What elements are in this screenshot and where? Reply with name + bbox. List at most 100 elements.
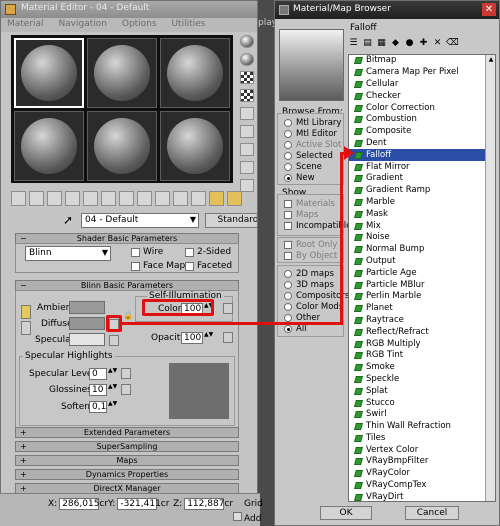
specular-level-map-button[interactable] bbox=[121, 368, 131, 379]
map-list-item[interactable]: Raytrace bbox=[349, 315, 495, 327]
spinner-icon[interactable]: ▲▼ bbox=[108, 384, 117, 396]
uv-tiling-icon[interactable] bbox=[240, 89, 254, 102]
maps-rollout[interactable]: + Maps bbox=[15, 455, 239, 466]
sample-slot[interactable] bbox=[160, 111, 230, 181]
map-list-item[interactable]: Flat Mirror bbox=[349, 161, 495, 173]
key-filter-icon[interactable] bbox=[233, 512, 242, 521]
opacity-field[interactable]: 100 bbox=[181, 332, 203, 344]
y-field[interactable]: -321,411cr bbox=[117, 498, 169, 510]
spinner-icon[interactable]: ▲▼ bbox=[204, 332, 213, 344]
video-color-check-icon[interactable] bbox=[240, 107, 254, 120]
go-forward-icon[interactable] bbox=[209, 191, 224, 206]
soften-field[interactable]: 0,1 bbox=[89, 401, 107, 413]
menu-material[interactable]: Material bbox=[7, 19, 44, 29]
specular-level-field[interactable]: 0 bbox=[89, 368, 107, 380]
view-list-icons-icon[interactable]: ▤ bbox=[362, 38, 373, 49]
map-list-item[interactable]: Output bbox=[349, 256, 495, 268]
cancel-button[interactable]: Cancel bbox=[405, 506, 459, 520]
sample-type-icon[interactable] bbox=[240, 35, 254, 48]
dynamics-properties-rollout[interactable]: + Dynamics Properties bbox=[15, 469, 239, 480]
self-illum-map-button[interactable] bbox=[223, 303, 233, 314]
map-list-item[interactable]: Reflect/Refract bbox=[349, 326, 495, 338]
map-list-item[interactable]: Gradient Ramp bbox=[349, 185, 495, 197]
opacity-map-button[interactable] bbox=[223, 332, 233, 343]
ambient-color-swatch[interactable] bbox=[69, 301, 105, 314]
pick-material-icon[interactable]: ➚ bbox=[61, 213, 75, 227]
browse-new[interactable]: New bbox=[284, 173, 315, 183]
map-list-item[interactable]: Gradient bbox=[349, 173, 495, 185]
ok-button[interactable]: OK bbox=[320, 506, 372, 520]
show-materials-checkbox[interactable]: Materials bbox=[284, 199, 335, 209]
map-list-item[interactable]: Speckle bbox=[349, 374, 495, 386]
map-list-item[interactable]: Cellular bbox=[349, 79, 495, 91]
extended-parameters-rollout[interactable]: + Extended Parameters bbox=[15, 427, 239, 438]
clear-library-icon[interactable]: ⌫ bbox=[446, 38, 459, 49]
menu-options[interactable]: Options bbox=[122, 19, 157, 29]
browse-mtl-editor[interactable]: Mtl Editor bbox=[284, 129, 337, 139]
map-type-3d[interactable]: 3D maps bbox=[284, 280, 334, 290]
map-list-item[interactable]: VRayBmpFilter bbox=[349, 456, 495, 468]
backlight-icon[interactable] bbox=[240, 53, 254, 66]
show-end-result-icon[interactable] bbox=[173, 191, 188, 206]
map-type-all[interactable]: All bbox=[284, 324, 307, 334]
map-list-item[interactable]: Smoke bbox=[349, 362, 495, 374]
browse-scene[interactable]: Scene bbox=[284, 162, 322, 172]
menu-navigation[interactable]: Navigation bbox=[58, 19, 107, 29]
background-checker-icon[interactable] bbox=[240, 71, 254, 84]
map-list-item[interactable]: Vertex Color bbox=[349, 444, 495, 456]
map-list[interactable]: Bitmap Camera Map Per Pixel Cellular Checke… bbox=[348, 54, 496, 502]
map-list-item[interactable]: VRayDirt bbox=[349, 491, 495, 501]
close-icon[interactable]: ✕ bbox=[482, 3, 496, 16]
material-id-icon[interactable] bbox=[137, 191, 152, 206]
root-only-checkbox[interactable]: Root Only bbox=[284, 240, 337, 250]
map-list-item[interactable]: Swirl bbox=[349, 409, 495, 421]
z-field[interactable]: 112,887cr bbox=[184, 498, 233, 510]
sample-slot[interactable] bbox=[87, 38, 157, 108]
map-list-item[interactable]: Noise bbox=[349, 232, 495, 244]
map-list-item[interactable]: Thin Wall Refraction bbox=[349, 421, 495, 433]
update-scene-icon[interactable]: ✚ bbox=[418, 38, 429, 49]
view-small-icons-icon[interactable]: ▦ bbox=[376, 38, 387, 49]
make-copy-icon[interactable] bbox=[83, 191, 98, 206]
add-label[interactable]: Add bbox=[244, 514, 261, 524]
shader-dropdown[interactable]: Blinn ▼ bbox=[25, 246, 111, 261]
show-maps-checkbox[interactable]: Maps bbox=[284, 210, 318, 220]
map-list-item[interactable]: Particle Age bbox=[349, 267, 495, 279]
wire-checkbox[interactable]: Wire bbox=[131, 247, 163, 257]
lock-ambient-diffuse-button[interactable] bbox=[21, 305, 31, 319]
map-list-item[interactable]: Falloff bbox=[349, 149, 495, 162]
faceted-checkbox[interactable]: Faceted bbox=[185, 261, 232, 271]
view-large-icons-icon[interactable]: ◆ bbox=[390, 38, 401, 49]
map-list-item[interactable]: Combustion bbox=[349, 114, 495, 126]
put-to-scene-icon[interactable] bbox=[29, 191, 44, 206]
material-type-button[interactable]: Standard bbox=[205, 212, 257, 228]
map-list-item[interactable]: Camera Map Per Pixel bbox=[349, 67, 495, 79]
map-list-item[interactable]: Stucco bbox=[349, 397, 495, 409]
map-list-item[interactable]: Mask bbox=[349, 208, 495, 220]
map-list-item[interactable]: VRayCompTex bbox=[349, 480, 495, 492]
lock-diffuse-specular-button[interactable] bbox=[21, 321, 31, 335]
material-name-field[interactable]: 04 - Default ▼ bbox=[81, 212, 199, 228]
put-to-library-icon[interactable] bbox=[119, 191, 134, 206]
map-list-item[interactable]: Perlin Marble bbox=[349, 291, 495, 303]
get-material-icon[interactable] bbox=[11, 191, 26, 206]
map-type-2d[interactable]: 2D maps bbox=[284, 269, 334, 279]
go-sibling-icon[interactable] bbox=[227, 191, 242, 206]
select-by-material-icon[interactable] bbox=[240, 161, 254, 174]
browse-selected[interactable]: Selected bbox=[284, 151, 333, 161]
x-field[interactable]: 286,015cr bbox=[59, 498, 108, 510]
glossiness-map-button[interactable] bbox=[121, 384, 131, 395]
assign-to-selection-icon[interactable] bbox=[47, 191, 62, 206]
browse-active-slot[interactable]: Active Slot bbox=[284, 140, 341, 150]
sphere-icon[interactable]: ● bbox=[404, 38, 415, 49]
scroll-up-icon[interactable]: ▲ bbox=[486, 55, 495, 65]
specular-map-button[interactable] bbox=[109, 335, 119, 346]
delete-icon[interactable]: ✕ bbox=[432, 38, 443, 49]
spinner-icon[interactable]: ▲▼ bbox=[108, 368, 117, 380]
go-to-parent-icon[interactable] bbox=[191, 191, 206, 206]
map-list-item[interactable]: Dent bbox=[349, 138, 495, 150]
supersampling-rollout[interactable]: + SuperSampling bbox=[15, 441, 239, 452]
sample-slot[interactable] bbox=[14, 38, 84, 108]
material-editor-titlebar[interactable]: Material Editor - 04 - Default bbox=[1, 1, 257, 18]
map-list-item[interactable]: Bitmap bbox=[349, 55, 495, 67]
